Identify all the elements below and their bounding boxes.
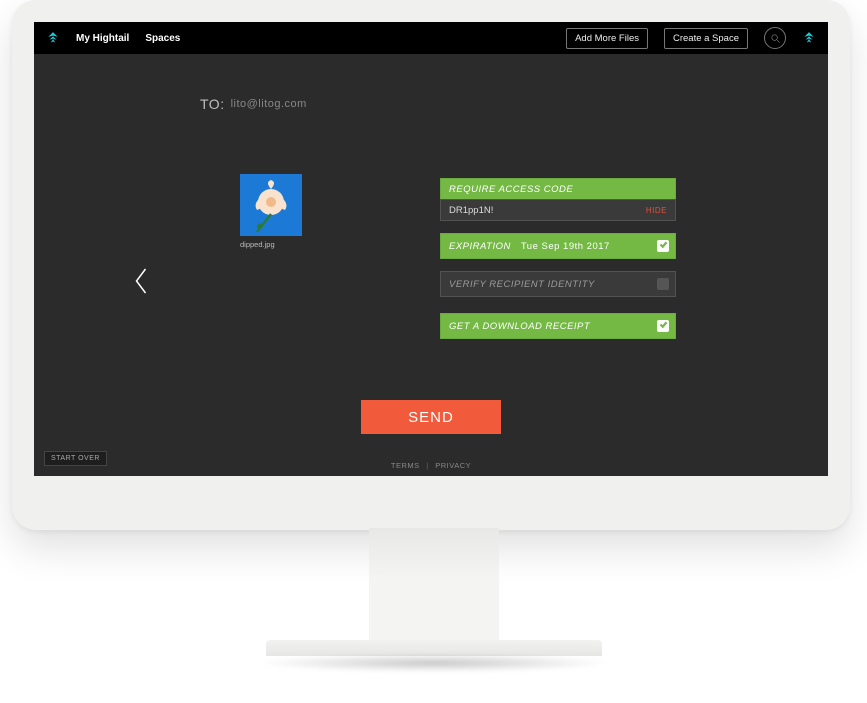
chevron-left-icon — [132, 283, 150, 300]
verify-label: VERIFY RECIPIENT IDENTITY — [449, 279, 595, 290]
terms-link[interactable]: TERMS — [391, 461, 420, 470]
access-code-toggle[interactable]: REQUIRE ACCESS CODE — [440, 178, 676, 200]
send-options: REQUIRE ACCESS CODE DR1pp1N! HIDE EXPIRA… — [440, 178, 676, 339]
privacy-link[interactable]: PRIVACY — [435, 461, 471, 470]
download-receipt-toggle[interactable]: GET A DOWNLOAD RECEIPT — [440, 313, 676, 339]
hightail-logo-right-icon — [802, 31, 816, 45]
hide-code-button[interactable]: HIDE — [646, 206, 667, 215]
file-thumbnail[interactable] — [240, 174, 302, 236]
access-code-value: DR1pp1N! — [449, 205, 493, 216]
monitor-frame: My Hightail Spaces Add More Files Create… — [12, 0, 850, 530]
verify-identity-toggle[interactable]: VERIFY RECIPIENT IDENTITY — [440, 271, 676, 297]
nav-spaces[interactable]: Spaces — [145, 33, 180, 44]
monitor-base — [266, 640, 602, 656]
nav-my-hightail[interactable]: My Hightail — [76, 33, 129, 44]
expiration-label: EXPIRATION — [449, 241, 511, 252]
search-button[interactable] — [764, 27, 786, 49]
start-over-button[interactable]: START OVER — [44, 451, 107, 466]
to-label: TO: — [200, 96, 225, 112]
expiration-value: Tue Sep 19th 2017 — [521, 241, 610, 252]
file-thumbnail-wrap: dipped.jpg — [240, 174, 302, 249]
file-name: dipped.jpg — [240, 240, 302, 249]
content-area: TO: lito@litog.com — [34, 54, 828, 476]
receipt-checkbox[interactable] — [657, 320, 669, 332]
footer-links: TERMS | PRIVACY — [391, 461, 471, 470]
to-email[interactable]: lito@litog.com — [231, 98, 307, 110]
expiration-toggle[interactable]: EXPIRATION Tue Sep 19th 2017 — [440, 233, 676, 259]
access-code-label: REQUIRE ACCESS CODE — [449, 184, 573, 195]
expiration-checkbox[interactable] — [657, 240, 669, 252]
to-row: TO: lito@litog.com — [200, 96, 307, 112]
add-more-files-button[interactable]: Add More Files — [566, 28, 648, 49]
send-button[interactable]: SEND — [361, 400, 501, 434]
footer-divider: | — [426, 461, 428, 470]
monitor-neck — [369, 528, 499, 654]
access-code-input[interactable]: DR1pp1N! HIDE — [440, 199, 676, 221]
receipt-label: GET A DOWNLOAD RECEIPT — [449, 321, 590, 332]
check-icon — [659, 320, 668, 332]
back-button[interactable] — [132, 266, 150, 301]
create-space-button[interactable]: Create a Space — [664, 28, 748, 49]
verify-checkbox[interactable] — [657, 278, 669, 290]
access-code-block: REQUIRE ACCESS CODE DR1pp1N! HIDE — [440, 178, 676, 221]
check-icon — [659, 240, 668, 252]
app-screen: My Hightail Spaces Add More Files Create… — [34, 22, 828, 476]
hightail-logo-icon — [46, 31, 60, 45]
top-navbar: My Hightail Spaces Add More Files Create… — [34, 22, 828, 54]
